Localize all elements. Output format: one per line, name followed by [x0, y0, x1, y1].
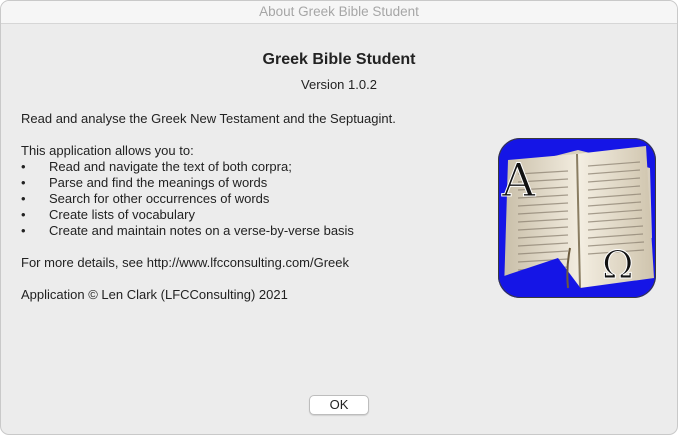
bullet-mark: •	[21, 175, 26, 190]
feature-item: • Parse and find the meanings of words	[21, 175, 481, 191]
feature-text: Create and maintain notes on a verse-by-…	[49, 223, 354, 238]
summary-text: Read and analyse the Greek New Testament…	[21, 111, 396, 126]
feature-text: Create lists of vocabulary	[49, 207, 195, 222]
alpha-letter: A	[501, 153, 536, 207]
feature-text: Search for other occurrences of words	[49, 191, 270, 206]
app-name: Greek Bible Student	[262, 51, 416, 68]
features-intro: This application allows you to:	[21, 143, 194, 158]
version-label: Version 1.0.2	[301, 77, 377, 92]
about-dialog: About Greek Bible Student Greek Bible St…	[0, 0, 678, 435]
feature-item: • Search for other occurrences of words	[21, 191, 481, 207]
omega-letter: Ω	[602, 243, 634, 287]
greek-bible-open-book-icon: A Ω	[498, 138, 656, 298]
bullet-mark: •	[21, 207, 26, 222]
feature-item: • Create lists of vocabulary	[21, 207, 481, 223]
feature-item: • Create and maintain notes on a verse-b…	[21, 223, 481, 239]
description: Read and analyse the Greek New Testament…	[21, 111, 481, 303]
bullet-mark: •	[21, 223, 26, 238]
feature-text: Read and navigate the text of both corpr…	[49, 159, 292, 174]
window-title: About Greek Bible Student	[259, 4, 419, 19]
feature-item: • Read and navigate the text of both cor…	[21, 159, 481, 175]
bullet-mark: •	[21, 191, 26, 206]
copyright-text: Application © Len Clark (LFCConsulting) …	[21, 287, 288, 302]
title-bar: About Greek Bible Student	[1, 1, 677, 24]
details-text: For more details, see http://www.lfccons…	[21, 255, 350, 270]
ok-button[interactable]: OK	[309, 395, 369, 415]
feature-text: Parse and find the meanings of words	[49, 175, 268, 190]
bullet-mark: •	[21, 159, 26, 174]
